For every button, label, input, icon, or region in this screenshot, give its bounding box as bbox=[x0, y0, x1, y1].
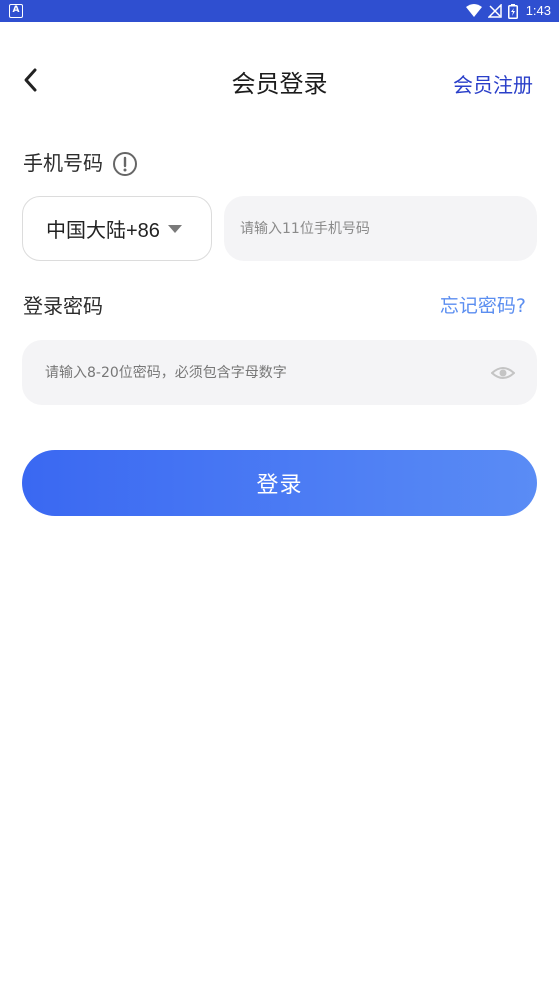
status-icons: 1:43 bbox=[465, 3, 551, 19]
phone-input[interactable] bbox=[224, 196, 537, 261]
register-link[interactable]: 会员注册 bbox=[453, 70, 533, 100]
password-field bbox=[22, 340, 537, 405]
clock: 1:43 bbox=[525, 3, 551, 18]
eye-icon[interactable] bbox=[491, 362, 515, 384]
country-code-value: 中国大陆+86 bbox=[46, 220, 160, 242]
password-input[interactable] bbox=[22, 340, 482, 405]
status-bar: A 1:43 bbox=[0, 0, 559, 22]
no-signal-icon bbox=[487, 4, 502, 18]
country-code-selector[interactable]: 中国大陆+86 bbox=[22, 196, 212, 261]
info-circle-icon[interactable] bbox=[112, 151, 138, 177]
wifi-icon bbox=[465, 4, 482, 17]
app-notification-icon: A bbox=[9, 4, 23, 18]
password-label: 登录密码 bbox=[23, 294, 103, 318]
caret-down-icon bbox=[167, 224, 182, 233]
phone-label: 手机号码 bbox=[23, 151, 103, 175]
forgot-password-link[interactable]: 忘记密码? bbox=[440, 291, 526, 321]
login-button[interactable]: 登录 bbox=[22, 450, 537, 516]
battery-icon bbox=[507, 3, 518, 19]
